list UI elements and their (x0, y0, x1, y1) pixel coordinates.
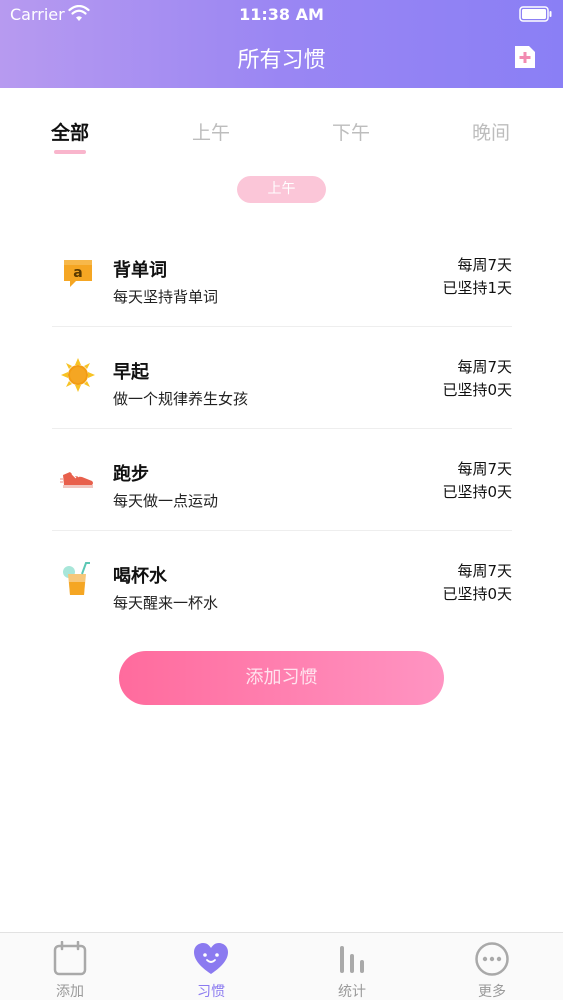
habit-description: 每天坚持背单词 (113, 288, 219, 306)
tabbar-item-add[interactable]: 添加 (20, 933, 120, 1000)
tab-evening[interactable]: 晚间 (461, 118, 521, 145)
habit-row[interactable]: 跑步 每天做一点运动 每周7天 已坚持0天 (52, 429, 512, 531)
drink-cup-icon (63, 562, 90, 595)
tabbar-label: 习惯 (197, 984, 225, 1000)
speech-bubble-letter-icon: a (64, 260, 92, 287)
habit-name: 跑步 (113, 464, 149, 485)
running-shoe-icon (60, 472, 93, 488)
page-title: 所有习惯 (237, 48, 326, 73)
status-bar: Carrier 11:38 AM (0, 0, 563, 30)
habit-list: a 背单词 每天坚持背单词 每周7天 已坚持1天 早起 做一个规律养生女孩 每周… (52, 225, 512, 633)
tabbar-label: 统计 (338, 984, 366, 1000)
tab-all[interactable]: 全部 (40, 118, 100, 145)
add-habit-button[interactable]: 添加习惯 (119, 651, 444, 705)
habit-description: 做一个规律养生女孩 (113, 390, 249, 408)
tab-morning[interactable]: 上午 (181, 118, 241, 145)
habit-row[interactable]: 早起 做一个规律养生女孩 每周7天 已坚持0天 (52, 327, 512, 429)
tab-afternoon[interactable]: 下午 (321, 118, 381, 145)
tabbar-label: 更多 (478, 984, 506, 1000)
filter-tabs: 全部 上午 下午 晚间 (0, 118, 563, 158)
habit-streak: 已坚持1天 (442, 279, 512, 297)
calendar-icon (53, 941, 87, 976)
habit-description: 每天做一点运动 (113, 492, 219, 510)
tabbar-item-more[interactable]: 更多 (442, 933, 542, 1000)
tabbar-item-stats[interactable]: 统计 (302, 933, 402, 1000)
section-header: 上午 (237, 176, 326, 203)
habit-row[interactable]: a 背单词 每天坚持背单词 每周7天 已坚持1天 (52, 225, 512, 327)
habit-row[interactable]: 喝杯水 每天醒来一杯水 每周7天 已坚持0天 (52, 531, 512, 633)
bottom-tab-bar: 添加 习惯 统计 更多 (0, 932, 563, 1000)
habit-streak: 已坚持0天 (442, 483, 512, 501)
habit-streak: 已坚持0天 (442, 585, 512, 603)
tabbar-item-habits[interactable]: 习惯 (161, 933, 261, 1000)
habit-frequency: 每周7天 (457, 358, 512, 376)
status-time: 11:38 AM (239, 5, 324, 24)
habit-streak: 已坚持0天 (442, 381, 512, 399)
habit-name: 喝杯水 (113, 566, 167, 587)
more-dots-icon (475, 942, 509, 976)
habit-frequency: 每周7天 (457, 562, 512, 580)
battery-icon (519, 6, 552, 22)
add-document-icon[interactable] (512, 44, 538, 70)
tab-active-indicator (54, 150, 86, 154)
habit-frequency: 每周7天 (457, 460, 512, 478)
habit-name: 早起 (113, 362, 149, 383)
bar-chart-icon (340, 946, 364, 973)
tabbar-label: 添加 (56, 984, 84, 1000)
header: Carrier 11:38 AM 所有习惯 (0, 0, 563, 88)
habit-description: 每天醒来一杯水 (113, 594, 219, 612)
habit-frequency: 每周7天 (457, 256, 512, 274)
sun-icon (61, 358, 95, 392)
svg-text:a: a (73, 265, 82, 281)
habit-name: 背单词 (113, 260, 167, 281)
heart-face-icon (194, 943, 228, 974)
